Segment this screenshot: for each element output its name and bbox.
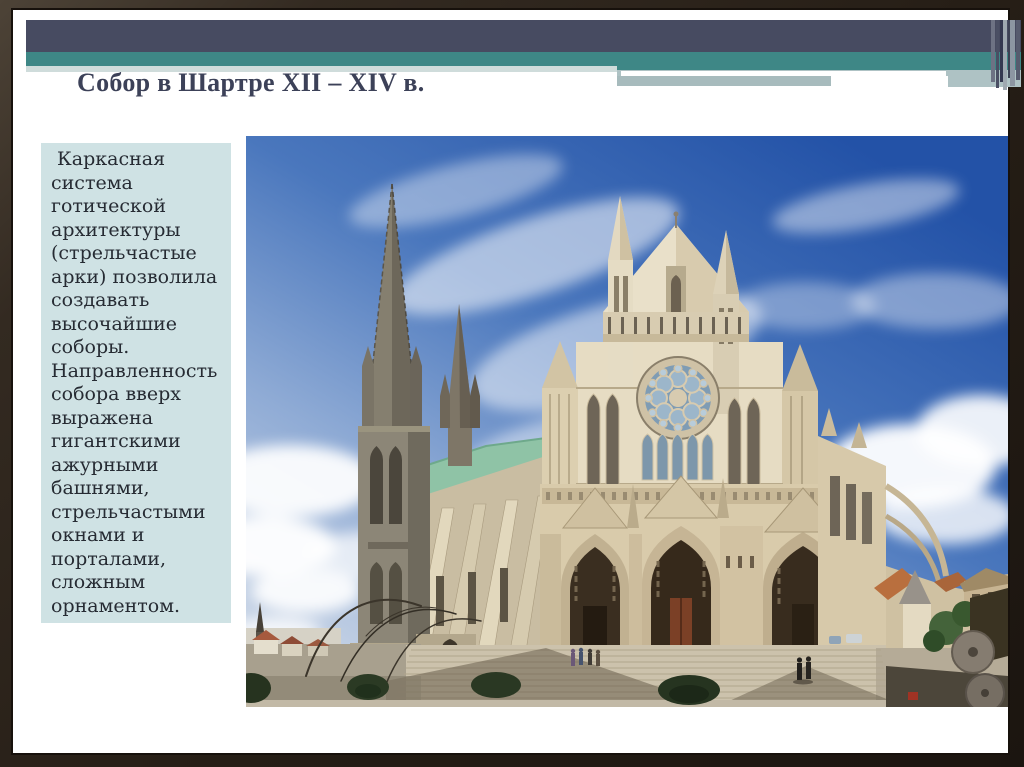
accent-line: [991, 20, 995, 82]
accent-line: [996, 20, 999, 88]
header-accent-lines: [991, 20, 1021, 94]
body-text-block: Каркасная система готической архитектуры…: [41, 143, 231, 623]
accent-line: [1016, 20, 1020, 80]
slide-title: Собор в Шартре XII – XIV в.: [77, 68, 425, 97]
lancet-row: [641, 433, 714, 481]
accent-line: [1010, 20, 1015, 86]
slide-frame: { "slide": { "title": "Собор в Шартре XI…: [0, 0, 1024, 767]
slide: Собор в Шартре XII – XIV в. Каркасная си…: [13, 10, 1021, 753]
rose-window: [636, 356, 720, 440]
accent-line: [1003, 20, 1007, 90]
portal-arches: [561, 526, 843, 645]
portal-porch: [540, 475, 843, 648]
cathedral-photo: [246, 136, 1008, 707]
header-bar-navy: [26, 20, 1021, 52]
